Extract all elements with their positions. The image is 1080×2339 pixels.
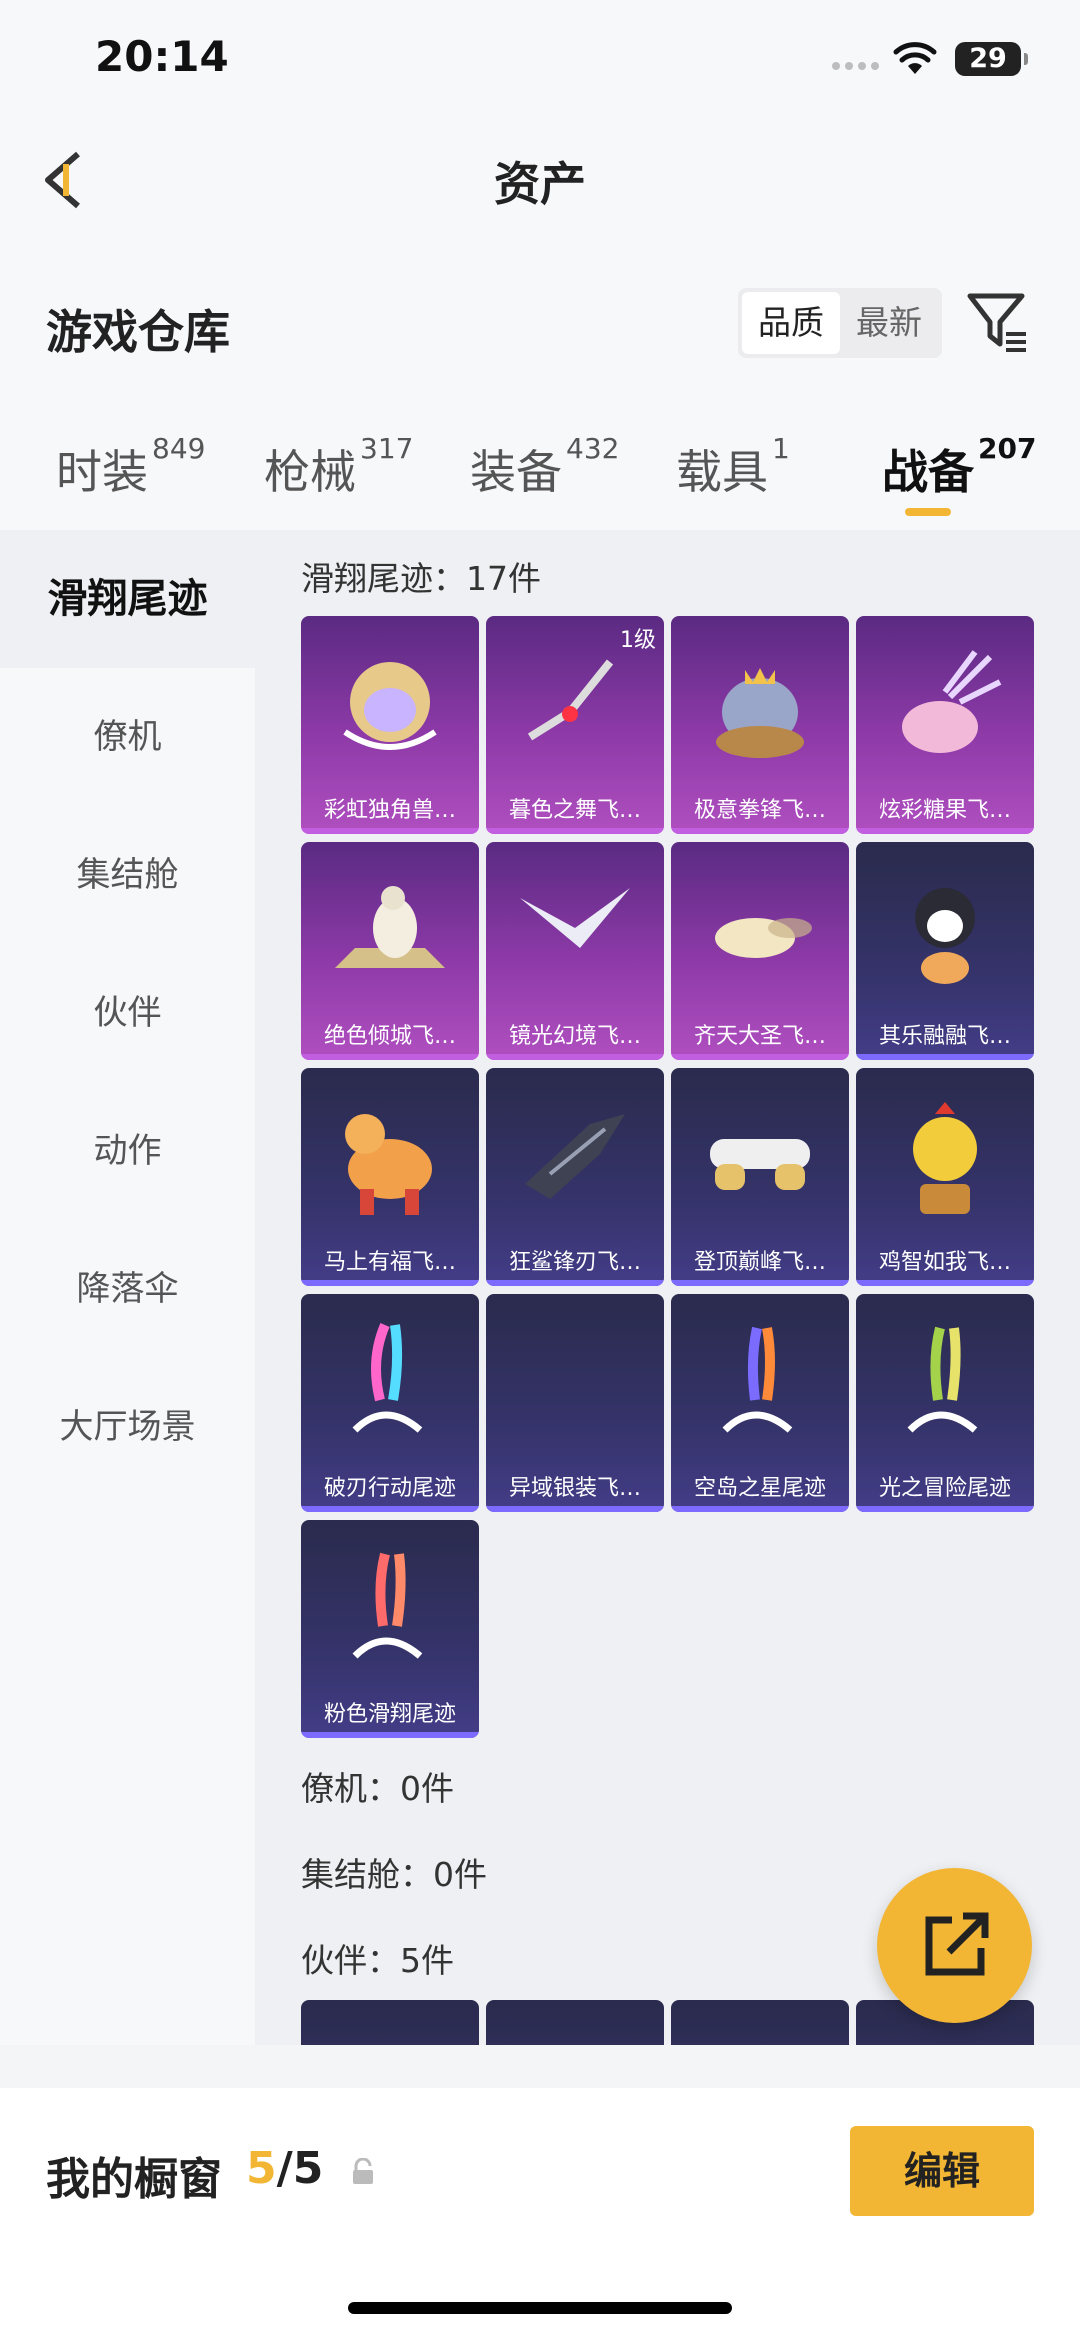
section-title-rally-pod: 集结舱：0件 (301, 1855, 487, 1894)
item-image (343, 662, 437, 750)
category-tabs: 时装 849 枪械 317 装备 432 载具 1 战备 207 (0, 400, 1080, 530)
item-name: 登顶巅峰飞… (693, 1250, 826, 1275)
item-card[interactable]: 其乐融融飞… (856, 842, 1034, 1060)
item-card[interactable]: 空岛之星尾迹 (671, 1294, 849, 1512)
sort-quality-button[interactable]: 品质 (742, 292, 840, 354)
warehouse-header: 游戏仓库 品质 最新 (0, 250, 1080, 400)
sidebar-item-lobby-scene[interactable]: 大厅场景 (0, 1358, 255, 1496)
item-name: 马上有福飞… (323, 1250, 456, 1275)
item-card[interactable]: 彩虹独角兽… (301, 616, 479, 834)
item-name: 破刃行动尾迹 (323, 1476, 456, 1501)
item-card[interactable]: 登顶巅峰飞… (671, 1068, 849, 1286)
item-image (907, 1326, 978, 1433)
share-icon (925, 1912, 989, 1976)
status-bar: 20:14 29 (0, 0, 1080, 110)
item-card[interactable]: 光之冒险尾迹 (856, 1294, 1034, 1512)
warehouse-title: 游戏仓库 (46, 305, 230, 359)
item-name: 齐天大圣飞… (693, 1024, 826, 1049)
item-list: 滑翔尾迹：17件 彩虹独角兽… 1级 暮色之舞飞… 极意拳锋飞… 炫彩糖果飞… … (255, 530, 1080, 2045)
item-name: 光之冒险尾迹 (878, 1476, 1011, 1501)
showcase-count: 5/5 (246, 2143, 324, 2194)
item-name: 异域银装飞… (508, 1476, 641, 1501)
item-image (525, 1114, 625, 1199)
home-indicator (348, 2302, 732, 2314)
sidebar-item-parachute[interactable]: 降落伞 (0, 1220, 255, 1358)
item-image (915, 888, 975, 984)
share-button[interactable] (877, 1868, 1032, 2023)
status-time: 20:14 (95, 32, 229, 81)
item-image (352, 1552, 423, 1659)
sort-latest-button[interactable]: 最新 (840, 292, 938, 354)
edit-button[interactable]: 编辑 (850, 2126, 1034, 2216)
section-title-glide-trail: 滑翔尾迹：17件 (301, 559, 541, 598)
item-card[interactable]: 马上有福飞… (301, 1068, 479, 1286)
nav-bar: 资产 (0, 110, 1080, 250)
item-card[interactable]: 镜光幻境飞… (486, 842, 664, 1060)
item-name: 空岛之星尾迹 (693, 1476, 826, 1501)
item-image (902, 650, 1002, 753)
item-card[interactable] (301, 2000, 479, 2045)
item-card[interactable]: 异域银装飞… (486, 1294, 664, 1512)
sidebar-item-emote[interactable]: 动作 (0, 1082, 255, 1220)
active-tab-indicator (905, 508, 951, 516)
item-image (722, 1326, 793, 1433)
item-image (335, 886, 445, 968)
item-card[interactable]: 破刃行动尾迹 (301, 1294, 479, 1512)
item-name: 彩虹独角兽… (323, 798, 456, 823)
item-card[interactable]: 绝色倾城飞… (301, 842, 479, 1060)
tab-fashion[interactable]: 时装 849 (56, 432, 205, 502)
sidebar: 滑翔尾迹 僚机 集结舱 伙伴 动作 降落伞 大厅场景 (0, 530, 255, 2045)
item-name: 炫彩糖果飞… (878, 798, 1011, 823)
sidebar-item-glide-trail[interactable]: 滑翔尾迹 (0, 530, 255, 668)
item-image (352, 1323, 423, 1433)
item-name: 粉色滑翔尾迹 (323, 1702, 456, 1727)
showcase-title: 我的橱窗 (46, 2154, 222, 2205)
item-card[interactable]: 极意拳锋飞… (671, 616, 849, 834)
item-name: 其乐融融飞… (878, 1024, 1011, 1049)
item-name: 绝色倾城飞… (323, 1024, 456, 1049)
page-title: 资产 (494, 157, 586, 211)
battery-indicator: 29 (955, 42, 1028, 76)
signal-icon (832, 62, 879, 70)
item-name: 极意拳锋飞… (693, 798, 826, 823)
lock-icon (353, 2158, 373, 2184)
item-card[interactable]: 鸡智如我飞… (856, 1068, 1034, 1286)
tab-equipment[interactable]: 装备 432 (470, 432, 619, 502)
tab-combat-gear[interactable]: 战备 207 (882, 432, 1036, 502)
filter-icon[interactable] (966, 290, 1030, 354)
item-name: 镜光幻境飞… (508, 1024, 641, 1049)
sidebar-item-rally-pod[interactable]: 集结舱 (0, 806, 255, 944)
item-name: 暮色之舞飞… (508, 798, 641, 823)
item-card[interactable]: 炫彩糖果飞… (856, 616, 1034, 834)
section-title-wingman: 僚机：0件 (301, 1769, 454, 1808)
wifi-icon (893, 42, 937, 74)
item-card[interactable]: 齐天大圣飞… (671, 842, 849, 1060)
item-image (520, 888, 630, 948)
item-image (913, 1102, 977, 1214)
tab-firearms[interactable]: 枪械 317 (264, 432, 413, 502)
item-image (715, 918, 812, 958)
tab-vehicles[interactable]: 载具 1 (676, 432, 790, 502)
item-card[interactable] (671, 2000, 849, 2045)
item-card[interactable]: 粉色滑翔尾迹 (301, 1520, 479, 1738)
section-title-partner: 伙伴：5件 (301, 1941, 454, 1980)
sidebar-item-partner[interactable]: 伙伴 (0, 944, 255, 1082)
sort-toggle: 品质 最新 (738, 288, 942, 358)
item-image (716, 668, 804, 758)
item-name: 狂鲨锋刃飞… (508, 1250, 641, 1275)
item-card[interactable]: 1级 暮色之舞飞… (486, 616, 664, 834)
item-image (345, 1114, 432, 1215)
item-image (527, 659, 614, 741)
item-image (710, 1139, 810, 1190)
item-name: 鸡智如我飞… (878, 1250, 1011, 1275)
sidebar-item-wingman[interactable]: 僚机 (0, 668, 255, 806)
item-card[interactable]: 狂鲨锋刃飞… (486, 1068, 664, 1286)
item-card[interactable] (486, 2000, 664, 2045)
